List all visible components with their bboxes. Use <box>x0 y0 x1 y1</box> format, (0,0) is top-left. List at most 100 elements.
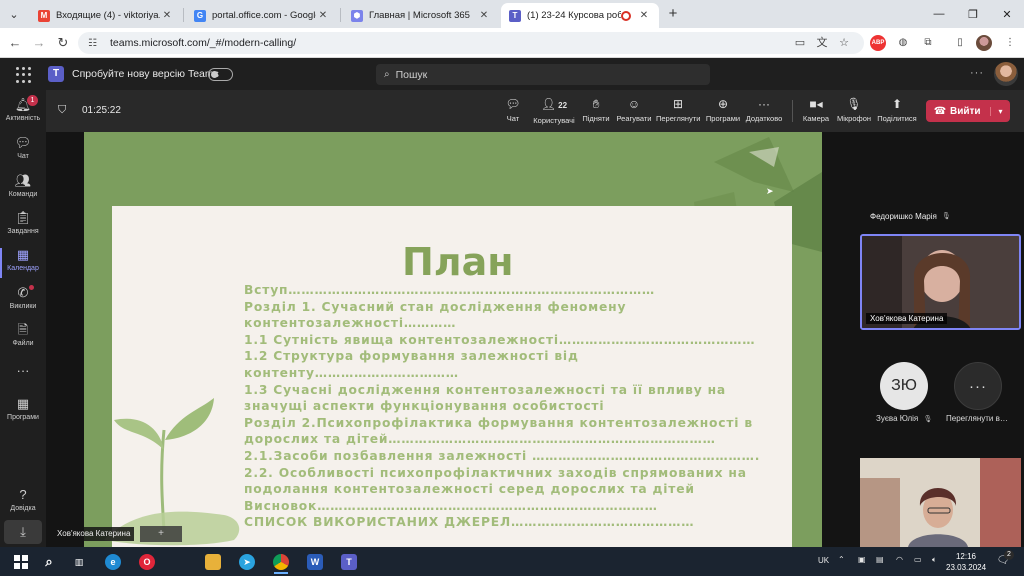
window-close-icon[interactable]: ✕ <box>990 0 1024 28</box>
rail-item-help[interactable]: ? Довідка <box>0 484 46 522</box>
rail-item-assignments[interactable]: 📋︎ Завдання <box>0 207 46 245</box>
tab-teams-active[interactable]: T (1) 23-24 Курсова робота ✕ <box>501 3 659 28</box>
volume-icon[interactable]: 🔈︎ <box>932 555 937 565</box>
phone-icon: ✆ <box>17 285 29 300</box>
rail-item-apps[interactable]: ▦ Програми <box>0 393 46 431</box>
rail-item-teams[interactable]: 👥︎ Команди <box>0 170 46 208</box>
teams-settings-more-icon[interactable]: ··· <box>970 67 984 79</box>
button-label: Мікрофон <box>836 114 872 123</box>
slide-line: значущі аспекти функціонування особистос… <box>244 399 605 414</box>
more-actions-button[interactable]: ··· Додатково <box>744 96 784 128</box>
notification-badge: 2 <box>1004 550 1014 560</box>
tab-gmail[interactable]: M Входящие (4) - viktoriya.lazaren ✕ <box>30 3 182 28</box>
participant-avatar[interactable]: ЗЮ <box>880 362 928 410</box>
minimize-icon[interactable]: — <box>922 0 956 28</box>
app-launcher-icon[interactable] <box>16 67 32 83</box>
rail-item-activity[interactable]: 🔔︎ 1 Активність <box>0 94 46 132</box>
taskbar-opera[interactable]: O <box>132 549 162 574</box>
user-avatar[interactable] <box>994 62 1018 86</box>
tab-microsoft-365[interactable]: ⬢ Главная | Microsoft 365 ✕ <box>343 3 499 28</box>
teams-group-icon: 👥︎ <box>14 173 32 188</box>
tray-app-icon[interactable]: ▣ <box>858 555 866 564</box>
button-label: Поділитися <box>877 114 917 123</box>
camera-blocked-icon[interactable]: ▭ <box>792 32 808 54</box>
slide-line: подолання контентозалежності серед дорос… <box>244 482 695 497</box>
forward-icon[interactable]: → <box>30 34 48 52</box>
mic-muted-icon: 🎙︎ <box>923 416 933 423</box>
slide-line: 1.3 Сучасні дослідження контентозалежнос… <box>244 382 726 397</box>
profile-avatar[interactable] <box>976 35 992 51</box>
battery-icon[interactable]: ▭ <box>914 555 922 564</box>
apps-button[interactable]: ⊕ Програми <box>704 96 742 128</box>
help-icon: ? <box>19 487 27 502</box>
download-app-button[interactable]: ⤓ <box>4 520 42 544</box>
close-icon[interactable]: ✕ <box>160 10 174 21</box>
calendar-icon: ▦ <box>16 247 30 262</box>
self-view-expand-button[interactable]: + <box>140 526 182 542</box>
raise-hand-button[interactable]: ✋︎ Підняти <box>580 96 612 128</box>
chrome-menu-icon[interactable]: ⋮ <box>1002 35 1018 51</box>
tab-search-icon[interactable]: ⌄ <box>4 4 24 24</box>
participant-name: Зуєва Юлія 🎙︎ <box>876 414 932 423</box>
bookmark-star-icon[interactable]: ☆ <box>836 32 852 54</box>
close-icon[interactable]: ✕ <box>316 10 330 21</box>
new-tab-button[interactable]: + <box>664 5 682 23</box>
share-button[interactable]: ⬆ Поділитися <box>876 96 918 128</box>
reload-icon[interactable]: ↻ <box>54 34 72 52</box>
taskbar-file-explorer[interactable] <box>198 549 228 574</box>
system-clock[interactable]: 12:16 23.03.2024 <box>946 551 986 573</box>
rail-label: Команди <box>8 191 38 198</box>
taskbar-word[interactable]: W <box>300 549 330 574</box>
taskbar-chrome[interactable] <box>266 549 296 574</box>
taskbar-telegram[interactable]: ➤ <box>232 549 262 574</box>
microphone-button[interactable]: 🎙︎ Мікрофон <box>836 96 872 128</box>
windows-start-icon[interactable] <box>6 549 36 574</box>
adblock-icon[interactable]: ABP <box>870 35 886 51</box>
shared-screen-slide: План Вступ………………………………………………………………………… Р… <box>84 132 822 547</box>
close-icon[interactable]: ✕ <box>637 10 651 21</box>
rail-item-chat[interactable]: 💬︎ Чат <box>0 132 46 170</box>
vpn-globe-icon[interactable]: ◍ <box>895 35 911 51</box>
new-teams-toggle[interactable] <box>208 68 233 81</box>
task-view-button[interactable]: ▥ <box>64 549 94 574</box>
rail-label: Завдання <box>7 228 39 235</box>
back-icon[interactable]: ← <box>6 34 24 52</box>
translate-icon[interactable]: 文 <box>814 32 830 54</box>
share-screen-icon: ⬆ <box>891 97 903 111</box>
chat-button[interactable]: 💬︎ Чат <box>498 96 528 128</box>
slide-line: дорослих та дітей……………………………………………………………… <box>244 432 716 447</box>
rail-item-files[interactable]: 🗎︎ Файли <box>0 319 46 357</box>
taskbar-teams[interactable]: T <box>334 549 364 574</box>
teams-search-input[interactable]: ⌕ Пошук <box>376 64 710 85</box>
address-bar[interactable]: ☷ teams.microsoft.com/_#/modern-calling/ <box>78 32 864 54</box>
people-button[interactable]: 👤︎ 22 Користувачі <box>532 96 576 128</box>
extensions-icon[interactable]: ⧉ <box>920 35 936 51</box>
host-video-tile[interactable] <box>860 458 1021 547</box>
leave-button[interactable]: ☎︎ Вийти ▾ <box>926 100 1010 122</box>
task-view-icon: ▥ <box>74 556 84 567</box>
rail-item-calendar[interactable]: ▦ Календар <box>0 244 46 282</box>
taskbar-search-button[interactable]: ⌕ <box>34 549 64 574</box>
spotlight-video-tile[interactable]: Хов'якова Катерина <box>860 234 1021 330</box>
rail-item-calls[interactable]: ✆ Виклики <box>0 282 46 320</box>
meeting-timer: 01:25:22 <box>82 105 121 116</box>
camera-button[interactable]: ■◂ Камера <box>800 96 832 128</box>
close-icon[interactable]: ✕ <box>477 10 491 21</box>
maximize-icon[interactable]: ❐ <box>956 0 990 28</box>
react-button[interactable]: ☺ Реагувати <box>616 96 652 128</box>
side-panel-icon[interactable]: ▯ <box>952 35 968 51</box>
view-button[interactable]: ⊞ Переглянути <box>656 96 700 128</box>
network-icon[interactable]: ▤ <box>876 555 884 564</box>
site-info-icon[interactable]: ☷ <box>88 38 102 49</box>
slide-line: 2.2. Особливості психопрофілактичних зах… <box>244 465 747 480</box>
view-more-participants-button[interactable]: ··· <box>954 362 1002 410</box>
wifi-icon[interactable]: ◠ <box>896 555 903 564</box>
tab-google-search[interactable]: G portal.office.com - Google Sear ✕ <box>186 3 338 28</box>
clock-date: 23.03.2024 <box>946 563 987 572</box>
chevron-down-icon[interactable]: ▾ <box>990 106 1010 116</box>
tray-chevron-icon[interactable]: ⌃ <box>838 555 845 564</box>
button-label: Камера <box>802 114 830 123</box>
taskbar-edge[interactable]: e <box>98 549 128 574</box>
telegram-icon: ➤ <box>239 553 255 570</box>
keyboard-language[interactable]: UK <box>818 556 829 565</box>
